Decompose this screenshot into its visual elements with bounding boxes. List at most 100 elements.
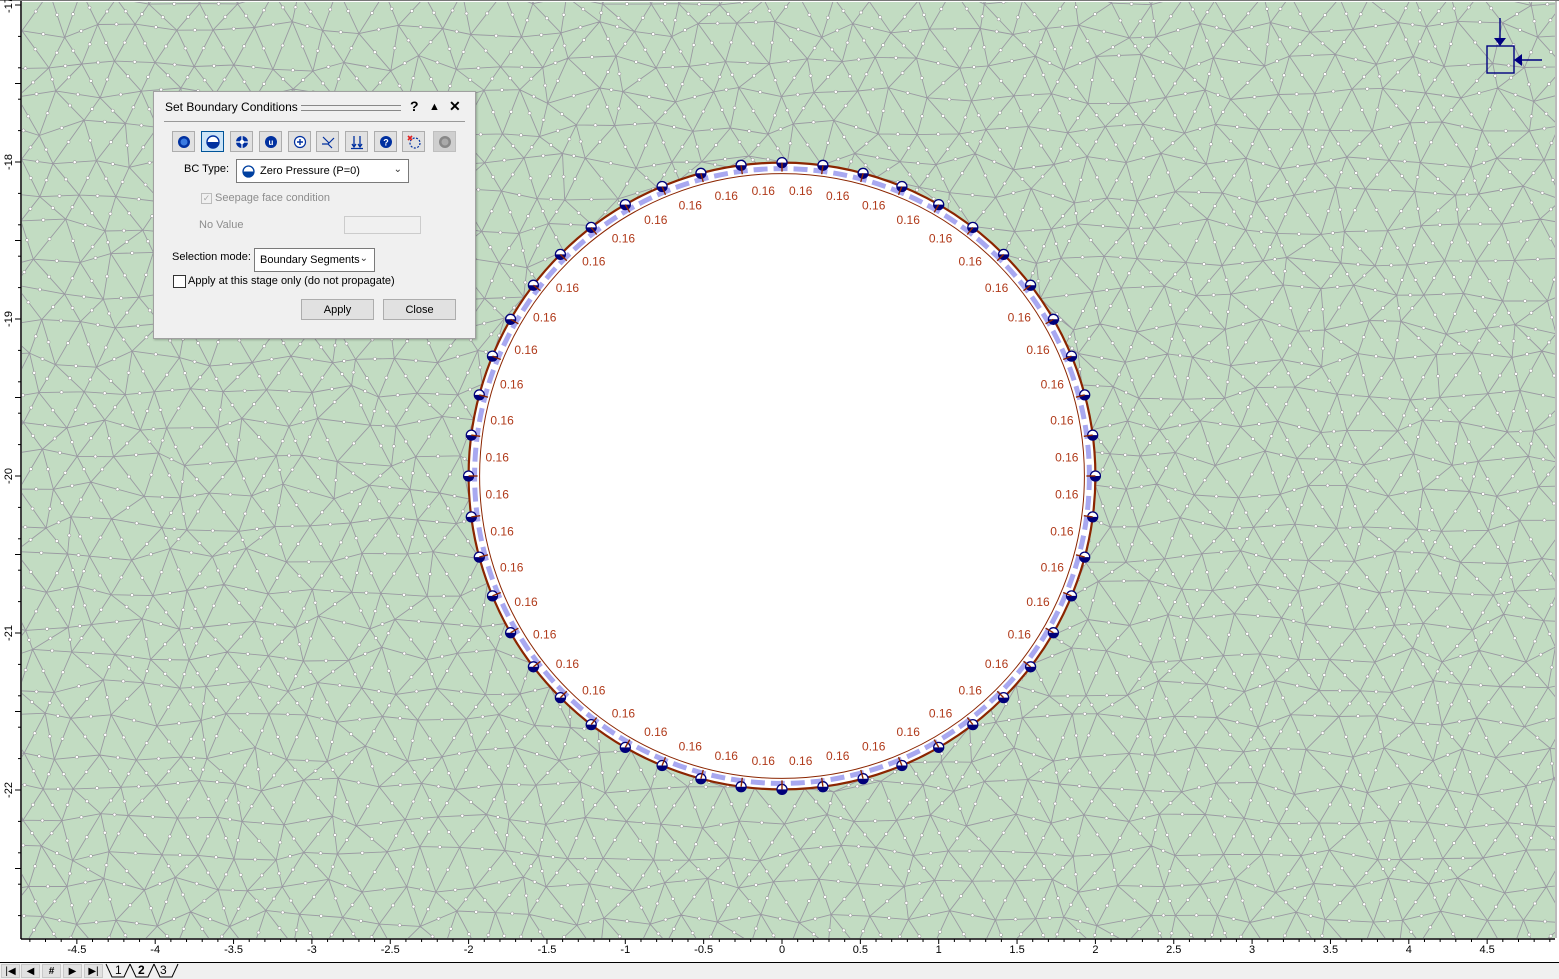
mesh-node [166,73,170,78]
mesh-node [349,46,354,50]
mesh-node [489,209,494,214]
mesh-node [1511,107,1516,112]
mesh-node [199,444,204,449]
mesh-node [1412,869,1417,874]
mesh-node [1178,353,1182,358]
segment-value-label: 0.16 [533,628,557,642]
y-tick-label: -20 [3,468,15,484]
value-input[interactable] [344,216,421,234]
flux-button[interactable] [288,131,311,152]
mesh-node [1501,457,1506,461]
unknown-button[interactable]: u [259,131,282,152]
mesh-node [1252,243,1257,248]
mesh-node [1453,576,1458,580]
mesh-node [1490,353,1494,358]
mesh-node [556,781,560,786]
mesh-node [1452,841,1456,845]
mesh-node [1139,226,1144,231]
unit-gradient-icon [350,135,363,149]
mesh-node [85,663,90,668]
close-button[interactable]: Close [383,299,456,320]
mesh-node [410,471,415,475]
mesh-node [905,90,910,95]
mesh-node [33,334,38,339]
mesh-node [124,240,129,244]
mesh-node [502,295,506,300]
mesh-node [1266,371,1271,376]
stage-tab-2[interactable]: 2 [138,963,145,977]
mesh-node [337,683,342,688]
first-stage-button[interactable]: |◀ [1,964,20,978]
mesh-node [276,371,281,375]
last-stage-button[interactable]: ▶| [84,964,103,978]
mesh-node [1375,172,1380,177]
goto-stage-button[interactable]: # [42,964,61,978]
help-icon[interactable]: ? [410,98,419,114]
remove-bc-button[interactable] [402,131,425,152]
stage-tab-3[interactable]: 3 [160,963,167,977]
mesh-node [947,97,952,102]
mesh-node [1019,761,1023,766]
mesh-node [826,15,830,20]
mesh-node [866,110,870,115]
mesh-node [554,870,559,875]
infiltration-button[interactable] [316,131,339,152]
previous-stage-button[interactable]: ◀ [21,964,40,978]
collapse-icon[interactable]: ▲ [429,101,440,113]
mesh-node [397,923,402,928]
mesh-node [222,906,226,911]
mesh-node [841,928,846,933]
mesh-node [1511,142,1516,147]
mesh-node [1267,599,1272,603]
mesh-node [85,697,89,701]
mesh-node [1301,244,1306,248]
mesh-node [1138,19,1143,24]
mesh-node [1157,520,1162,524]
mesh-node [1173,113,1177,118]
mesh-node [864,72,869,77]
mesh-node [1155,452,1160,457]
next-stage-button[interactable]: ▶ [63,964,82,978]
mesh-node [1372,625,1377,630]
mesh-node [130,593,134,597]
mesh-node [51,408,55,413]
mesh-node [924,798,929,802]
mesh-node [671,773,676,778]
apply-button[interactable]: Apply [301,299,374,320]
total-head-button[interactable] [172,131,195,152]
mesh-node [577,754,582,759]
close-icon[interactable]: ✕ [449,98,461,115]
apply-stage-only-checkbox[interactable] [173,275,186,288]
seepage-face-checkbox[interactable]: ✓ [201,193,212,204]
mesh-node [1085,38,1090,43]
dialog-drag-grip[interactable] [301,105,401,111]
unit-gradient-button[interactable] [345,131,368,152]
mesh-node [1181,156,1186,161]
mesh-node [103,830,107,835]
selection-mode-select[interactable]: Boundary Segments ⌄ [254,248,375,272]
mesh-node [1162,208,1167,212]
mesh-node [936,132,941,137]
mesh-node [96,60,100,65]
mesh-node [686,11,691,16]
mesh-node [490,702,495,707]
segment-value-label: 0.16 [1050,413,1074,427]
mesh-node [1357,586,1362,590]
mesh-node [1249,707,1254,712]
mesh-node [51,931,56,936]
bc-type-select[interactable]: Zero Pressure (P=0) ⌄ [236,159,409,183]
pressure-head-button[interactable] [230,131,253,152]
stage-tab-1[interactable]: 1 [115,963,122,977]
mesh-node [1226,309,1230,314]
mesh-node [682,114,687,119]
mesh-node [83,422,88,426]
mesh-node [378,80,383,85]
mesh-node [1085,907,1090,911]
help-bc-button[interactable]: ? [374,131,397,152]
mesh-node [401,516,406,521]
zero-pressure-button[interactable] [201,131,224,152]
mesh-node [1249,25,1254,29]
mesh-node [1134,804,1139,808]
mesh-node [865,799,870,804]
mesh-node [144,741,149,745]
